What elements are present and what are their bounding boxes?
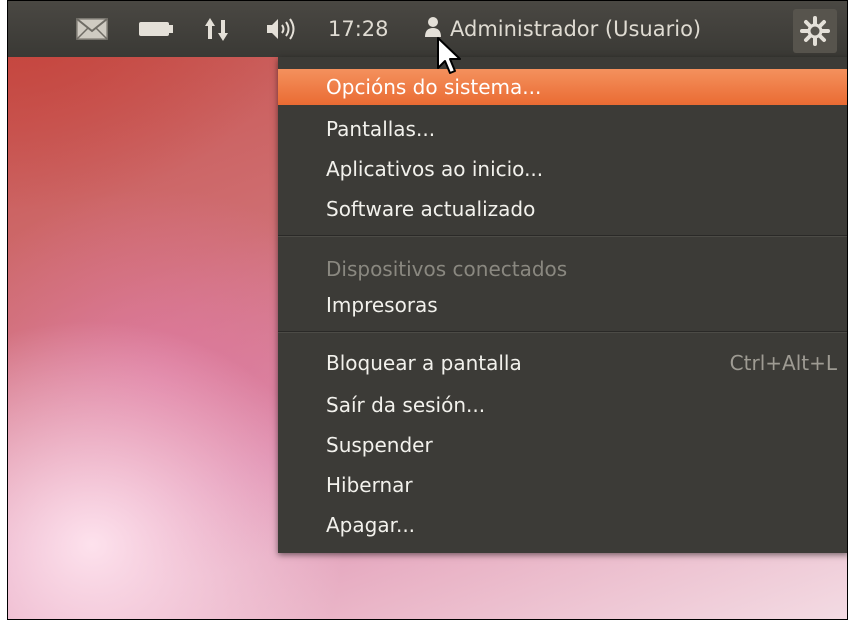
user-name: Administrador (Usuario) — [450, 17, 702, 41]
envelope-icon[interactable] — [76, 1, 108, 57]
menu-item-log-out[interactable]: Saír da sesión... — [278, 387, 847, 423]
menu-item-system-settings[interactable]: Opcións do sistema... — [278, 69, 847, 105]
menu-item-connected-devices: Dispositivos conectados — [326, 257, 568, 281]
menu-separator — [278, 235, 847, 237]
menu-item-software-updated[interactable]: Software actualizado — [278, 191, 847, 227]
menu-item-suspend[interactable]: Suspender — [278, 427, 847, 463]
menu-item-startup-applications[interactable]: Aplicativos ao inicio... — [278, 151, 847, 187]
volume-icon[interactable] — [266, 1, 300, 57]
gear-icon — [800, 16, 830, 46]
menu-item-lock-screen[interactable]: Bloquear a pantalla Ctrl+Alt+L — [278, 345, 847, 381]
menu-item-shut-down[interactable]: Apagar... — [278, 507, 847, 543]
screenshot-frame: 17:28 Administrador (Usuario) Opcións do… — [7, 0, 848, 620]
menu-item-hibernate[interactable]: Hibernar — [278, 467, 847, 503]
menu-item-displays[interactable]: Pantallas... — [278, 111, 847, 147]
menu-item-label: Bloquear a pantalla — [326, 351, 522, 375]
user-menu[interactable]: Administrador (Usuario) — [424, 1, 701, 57]
menu-item-shortcut: Ctrl+Alt+L — [729, 351, 837, 375]
menu-item-printers[interactable]: Impresoras — [278, 287, 847, 323]
clock[interactable]: 17:28 — [328, 1, 389, 57]
system-menu: Opcións do sistema... Pantallas... Aplic… — [278, 57, 847, 553]
menu-separator — [278, 331, 847, 333]
system-menu-button[interactable] — [793, 9, 837, 53]
top-panel: 17:28 Administrador (Usuario) — [8, 1, 847, 57]
mouse-cursor-icon — [437, 37, 461, 74]
network-updown-icon[interactable] — [204, 1, 230, 57]
battery-icon[interactable] — [138, 1, 174, 57]
